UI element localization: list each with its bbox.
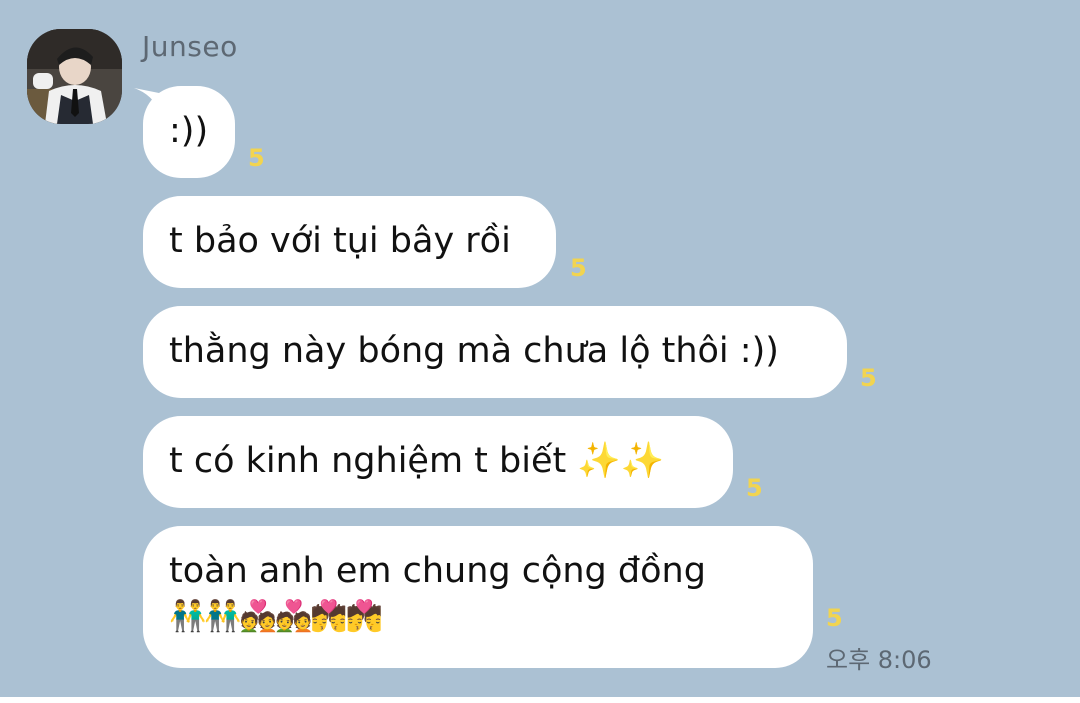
message-bubble[interactable]: toàn anh em chung cộng đồng 👬👬💑💑💏💏 xyxy=(143,526,813,668)
message-text: toàn anh em chung cộng đồng xyxy=(169,551,706,591)
unread-count: 5 xyxy=(860,364,877,392)
message-text: :)) xyxy=(169,111,209,151)
message-text: t bảo với tụi bây rồi xyxy=(169,221,511,261)
message-bubble[interactable]: thằng này bóng mà chưa lộ thôi :)) xyxy=(143,306,847,398)
unread-count: 5 xyxy=(570,254,587,282)
message-emoji-line: 👬👬💑💑💏💏 xyxy=(169,599,383,634)
bottom-divider xyxy=(0,697,1080,703)
message-timestamp: 오후 8:06 xyxy=(826,646,932,674)
message-bubble[interactable]: t bảo với tụi bây rồi xyxy=(143,196,556,288)
unread-count: 5 xyxy=(248,144,265,172)
message-bubble[interactable]: t có kinh nghiệm t biết ✨✨ xyxy=(143,416,733,508)
chat-area: Junseo :)) 5 t bảo với tụi bây rồi 5 thằ… xyxy=(0,0,1080,697)
unread-count: 5 xyxy=(826,604,843,632)
message-bubble[interactable]: :)) xyxy=(143,86,235,178)
avatar-photo xyxy=(27,29,122,124)
sender-avatar[interactable] xyxy=(27,29,122,124)
message-text: t có kinh nghiệm t biết ✨✨ xyxy=(169,441,665,481)
message-text: thằng này bóng mà chưa lộ thôi :)) xyxy=(169,331,779,371)
unread-count: 5 xyxy=(746,474,763,502)
sender-name: Junseo xyxy=(142,30,238,63)
